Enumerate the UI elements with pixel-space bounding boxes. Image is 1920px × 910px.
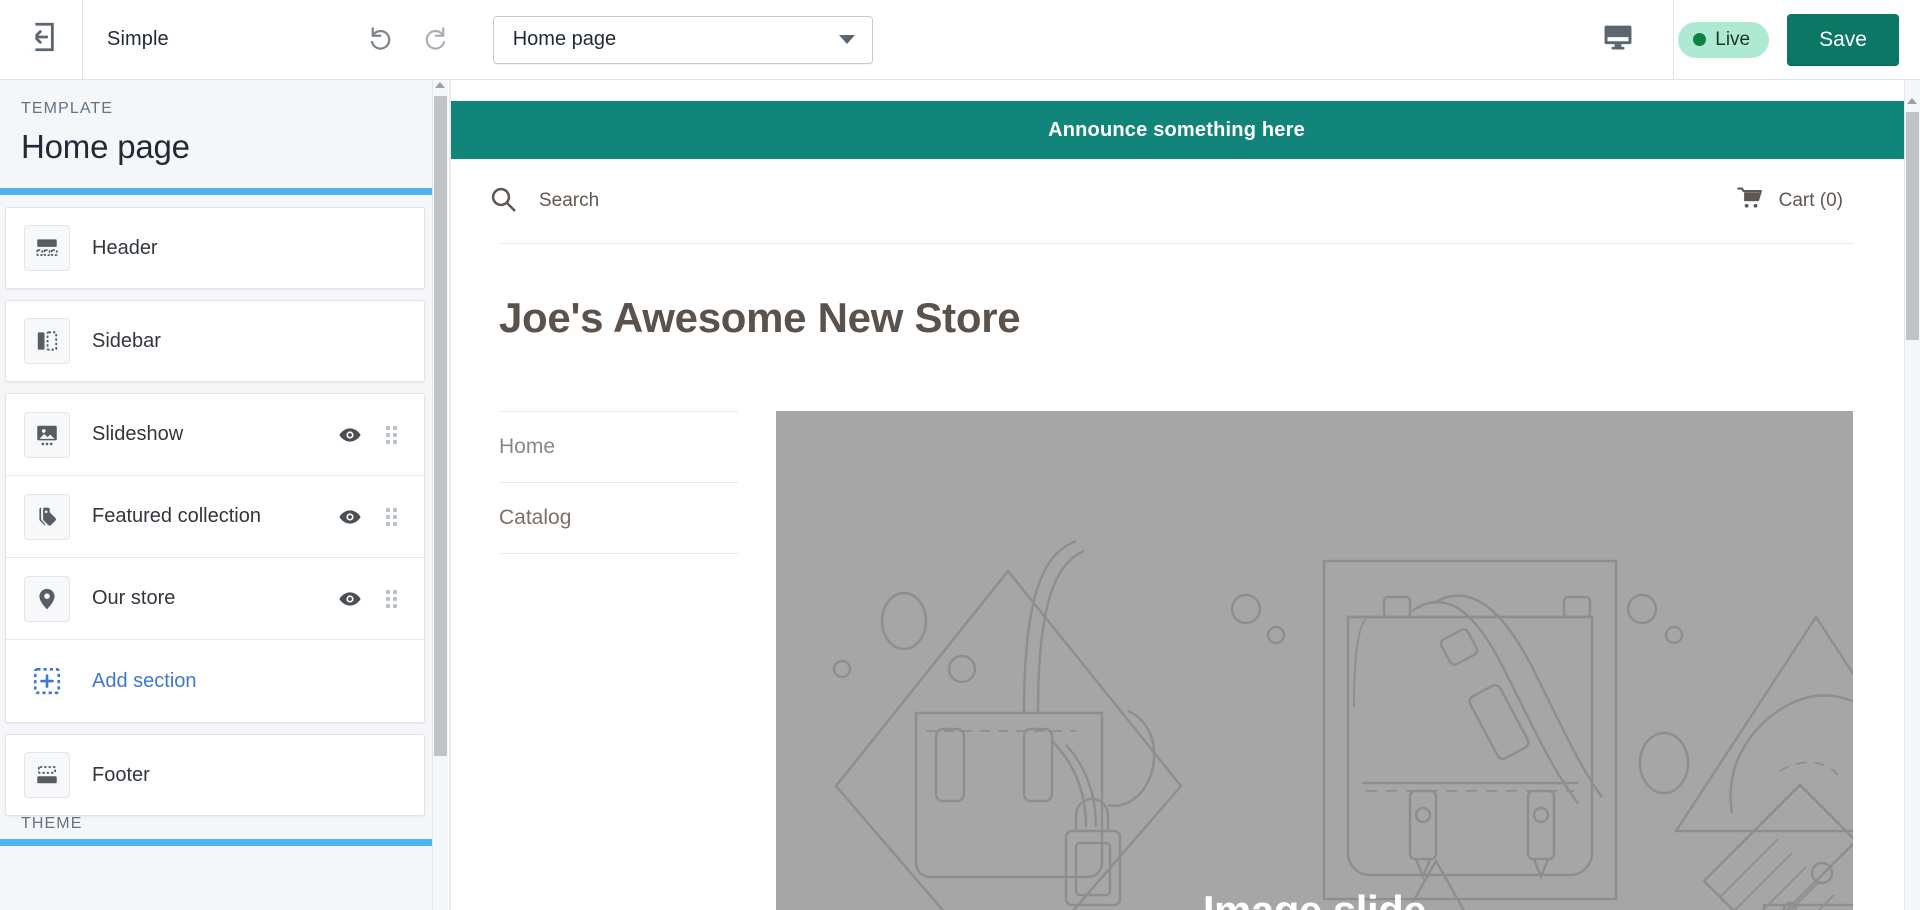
undo-button[interactable] (357, 18, 401, 62)
theme-name: Simple (83, 28, 169, 51)
page-selector[interactable]: Home page (493, 16, 873, 64)
nav-divider (499, 553, 738, 554)
live-status-dot (1693, 33, 1706, 46)
page-selector-value: Home page (513, 28, 616, 51)
toolbar-center-group: Home page (169, 16, 1564, 64)
desktop-monitor-icon (1601, 20, 1635, 59)
toolbar-divider-right (1673, 0, 1674, 79)
scroll-up-arrow-icon[interactable] (435, 82, 445, 88)
add-section-label: Add section (92, 670, 406, 693)
nav-item-home[interactable]: Home (499, 412, 738, 482)
slideshow-slide[interactable]: Image slide (776, 411, 1853, 910)
slide-caption: Image slide (1203, 887, 1426, 910)
sidebar-item-label: Our store (92, 587, 338, 610)
sections-sidebar: TEMPLATE Home page Header (0, 80, 448, 910)
image-icon (24, 412, 70, 458)
nav-item-catalog[interactable]: Catalog (499, 483, 738, 553)
sidebar-item-label: Header (92, 237, 406, 260)
sidebar-item-sidebar[interactable]: Sidebar (5, 300, 425, 382)
toolbar-right-group: Live Save (1563, 0, 1920, 79)
sidebar-group-label: TEMPLATE (0, 80, 448, 118)
sidebar-item-actions (338, 587, 406, 611)
sidebar-item-actions (338, 505, 406, 529)
storefront-body: Home Catalog (499, 342, 1854, 910)
sidebar-item-label: Featured collection (92, 505, 338, 528)
slideshow-column: Image slide (776, 411, 1854, 910)
sidebar-item-footer[interactable]: Footer (5, 734, 425, 816)
drag-handle-icon[interactable] (386, 426, 400, 444)
redo-icon (422, 22, 452, 57)
sidebar-item-slideshow[interactable]: Slideshow (6, 394, 424, 476)
page-title: Home page (0, 118, 448, 166)
add-section-button[interactable]: Add section (6, 640, 424, 722)
shopping-cart-icon (1735, 184, 1765, 219)
theme-editor-app: Simple Home page (0, 0, 1920, 910)
chevron-down-icon (839, 35, 855, 44)
sidebar-layout-icon (24, 318, 70, 364)
storefront-header: Search Cart (0) (449, 159, 1904, 243)
eye-icon[interactable] (338, 587, 362, 611)
search-button[interactable]: Search (488, 184, 599, 219)
search-icon (488, 184, 518, 219)
header-layout-icon (24, 225, 70, 271)
sidebar-item-our-store[interactable]: Our store (6, 558, 424, 640)
drag-handle-icon[interactable] (386, 590, 400, 608)
redo-button[interactable] (415, 18, 459, 62)
placeholder-illustration (776, 411, 1853, 910)
store-title: Joe's Awesome New Store (499, 244, 1854, 342)
device-preview-button[interactable] (1563, 0, 1673, 79)
eye-icon[interactable] (338, 505, 362, 529)
live-status-label: Live (1715, 29, 1750, 51)
cart-label: Cart (0) (1779, 190, 1843, 212)
status-badge[interactable]: Live (1678, 22, 1769, 58)
save-button[interactable]: Save (1787, 14, 1899, 66)
sidebar-scrollbar-thumb[interactable] (434, 96, 447, 756)
sidebar-theme-label: THEME (21, 815, 83, 833)
sidebar-item-label: Slideshow (92, 423, 338, 446)
sidebar-item-label: Footer (92, 764, 406, 787)
drag-handle-icon[interactable] (386, 508, 400, 526)
preview-scrollbar-thumb[interactable] (1906, 112, 1919, 340)
price-tag-icon (24, 494, 70, 540)
top-toolbar: Simple Home page (0, 0, 1920, 80)
announcement-bar[interactable]: Announce something here (449, 101, 1904, 159)
cart-button[interactable]: Cart (0) (1735, 184, 1843, 219)
sidebar-item-featured-collection[interactable]: Featured collection (6, 476, 424, 558)
footer-layout-icon (24, 752, 70, 798)
sidebar-dynamic-sections-group: Slideshow (5, 393, 425, 723)
add-section-icon (24, 658, 70, 704)
back-button[interactable] (0, 0, 82, 79)
undo-icon (364, 22, 394, 57)
sections-highlight-frame: Header Sidebar (0, 188, 444, 846)
search-label: Search (539, 190, 599, 212)
back-arrow-icon (24, 20, 58, 59)
map-pin-icon (24, 576, 70, 622)
storefront-nav: Home Catalog (499, 411, 738, 910)
sidebar-item-actions (338, 423, 406, 447)
preview-scroll-up-arrow-icon[interactable] (1907, 98, 1917, 104)
sidebar-item-label: Sidebar (92, 330, 406, 353)
storefront-preview: Announce something here Search (449, 80, 1904, 910)
preview-left-edge (449, 80, 451, 910)
sidebar-item-header[interactable]: Header (5, 207, 425, 289)
eye-icon[interactable] (338, 423, 362, 447)
